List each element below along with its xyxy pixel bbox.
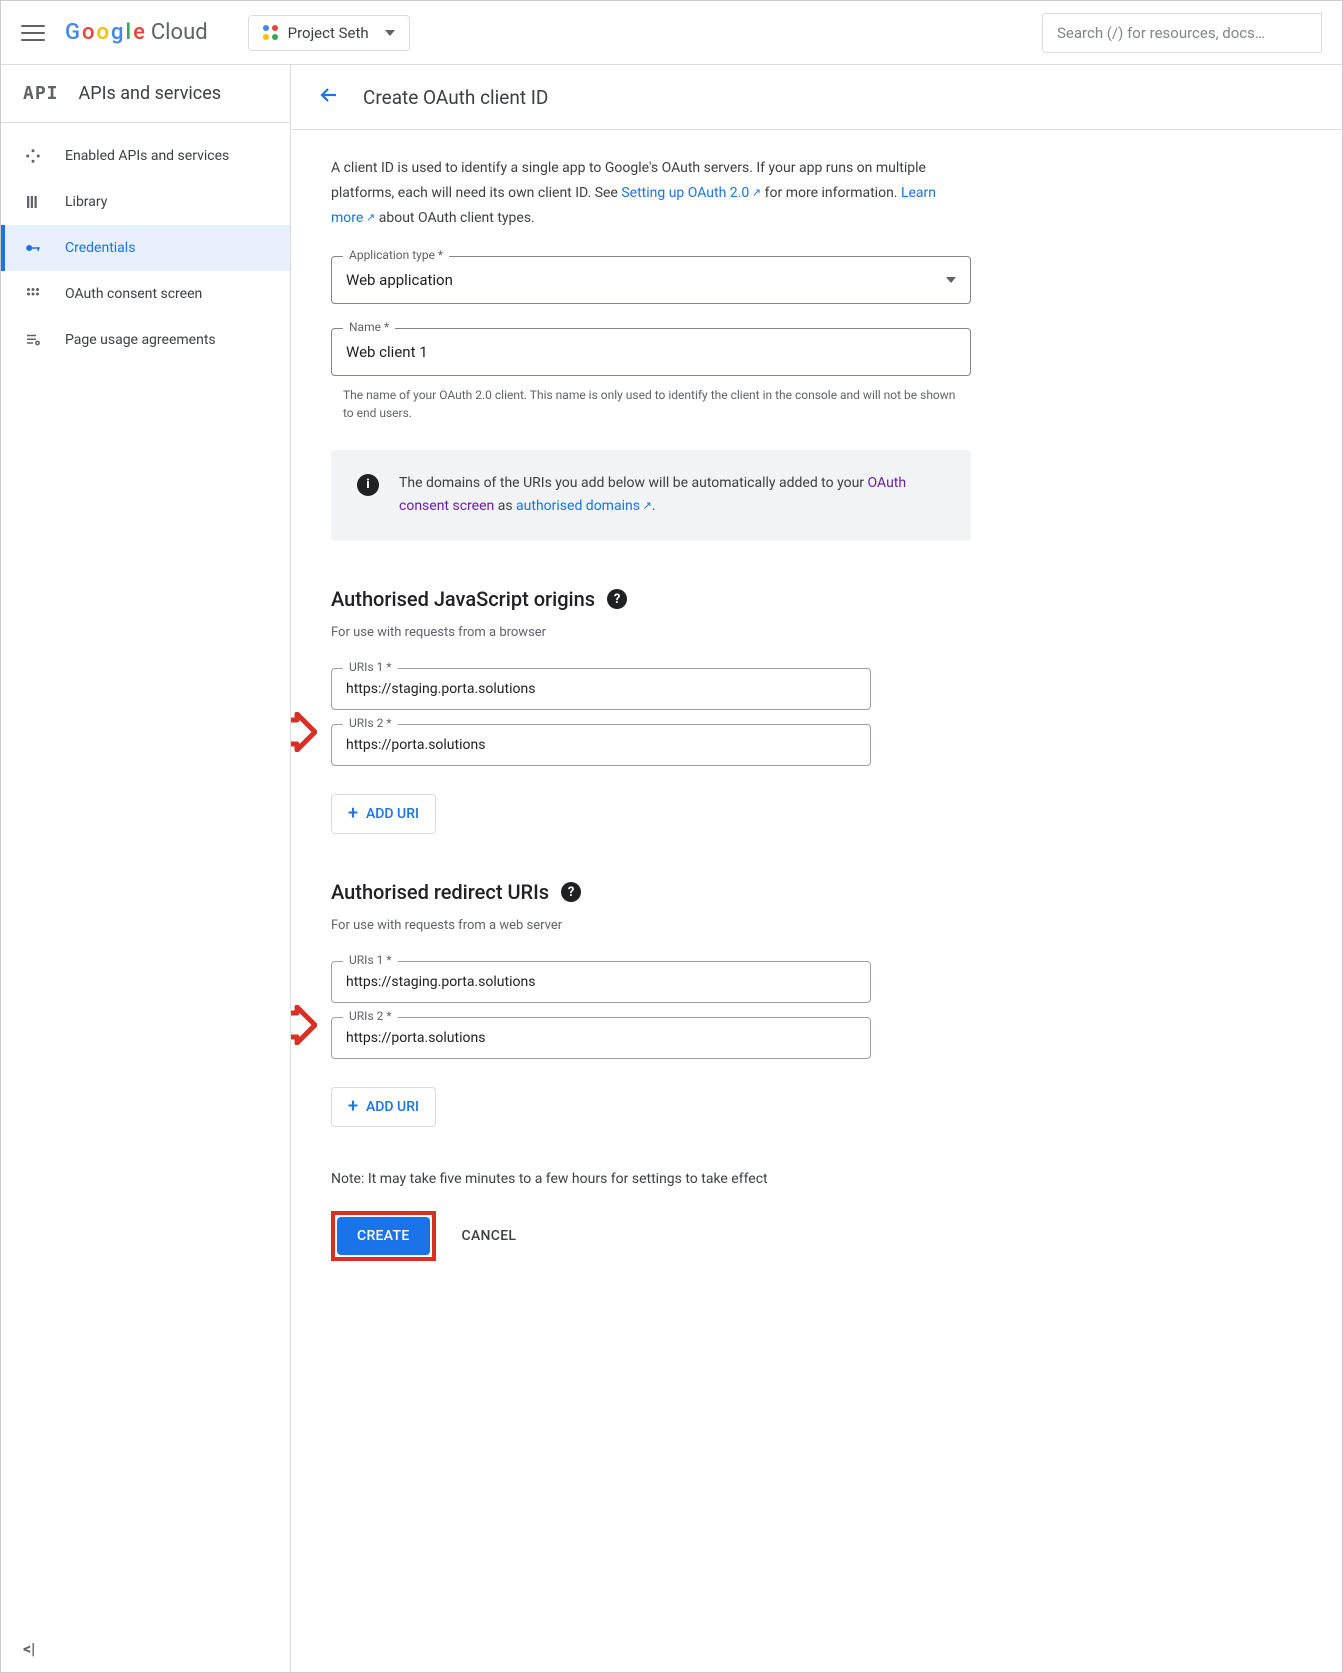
create-button[interactable]: CREATE [337, 1217, 430, 1255]
project-picker[interactable]: Project Seth [248, 15, 410, 51]
sidebar-item-page-usage[interactable]: Page usage agreements [1, 317, 290, 363]
sidebar-item-label: Credentials [65, 240, 135, 256]
google-cloud-logo[interactable]: Google Cloud [65, 20, 208, 45]
chevron-down-icon [385, 30, 395, 36]
chevron-down-icon [946, 277, 956, 283]
search-input[interactable]: Search (/) for resources, docs… [1042, 13, 1322, 53]
annotation-arrow-icon [291, 712, 317, 752]
js-origin-uri-1-field: URIs 1 * [331, 668, 871, 710]
agreements-icon [23, 330, 43, 350]
diamond-icon [23, 146, 43, 166]
js-origins-subtitle: For use with requests from a browser [331, 625, 971, 640]
info-panel: i The domains of the URIs you add below … [331, 450, 971, 542]
sidebar-item-label: Page usage agreements [65, 332, 216, 348]
intro-text: A client ID is used to identify a single… [331, 156, 971, 232]
hamburger-menu-icon[interactable] [21, 25, 45, 41]
field-label: URIs 2 * [343, 1009, 398, 1023]
plus-icon: + [348, 805, 358, 823]
cancel-button[interactable]: CANCEL [456, 1227, 523, 1245]
consent-icon [23, 284, 43, 304]
collapse-sidebar-icon[interactable]: <| [23, 1639, 35, 1658]
js-origin-uri-2-field: URIs 2 * [331, 724, 871, 766]
help-icon[interactable]: ? [607, 589, 627, 609]
sidebar-item-credentials[interactable]: Credentials [1, 225, 290, 271]
name-field: Name * [331, 328, 971, 376]
sidebar-title: APIs and services [79, 83, 222, 104]
redirect-uri-2-input[interactable] [331, 1017, 871, 1059]
js-origin-uri-1-input[interactable] [331, 668, 871, 710]
api-icon: API [23, 83, 59, 104]
redirect-uris-subtitle: For use with requests from a web server [331, 918, 971, 933]
sidebar: API APIs and services Enabled APIs and s… [1, 65, 291, 1672]
name-input[interactable] [331, 328, 971, 376]
field-label: URIs 2 * [343, 716, 398, 730]
sidebar-item-label: OAuth consent screen [65, 286, 202, 302]
name-helper-text: The name of your OAuth 2.0 client. This … [331, 386, 971, 422]
library-icon [23, 192, 43, 212]
plus-icon: + [348, 1098, 358, 1116]
sidebar-item-label: Enabled APIs and services [65, 148, 229, 164]
project-dots-icon [263, 25, 278, 40]
js-origins-heading: Authorised JavaScript origins ? [331, 587, 971, 611]
add-js-origin-uri-button[interactable]: + ADD URI [331, 794, 436, 834]
field-label: Name * [343, 320, 395, 334]
sidebar-item-enabled-apis[interactable]: Enabled APIs and services [1, 133, 290, 179]
annotation-highlight: CREATE [331, 1211, 436, 1261]
field-label: URIs 1 * [343, 660, 398, 674]
field-label: Application type * [343, 248, 449, 262]
sidebar-item-library[interactable]: Library [1, 179, 290, 225]
note-text: Note: It may take five minutes to a few … [331, 1171, 971, 1187]
link-authorised-domains[interactable]: authorised domains [516, 498, 652, 514]
project-name: Project Seth [288, 24, 369, 42]
field-label: URIs 1 * [343, 953, 398, 967]
back-arrow-icon[interactable] [317, 83, 341, 111]
redirect-uris-heading: Authorised redirect URIs ? [331, 880, 971, 904]
main-content: Create OAuth client ID A client ID is us… [291, 65, 1342, 1672]
top-bar: Google Cloud Project Seth Search (/) for… [1, 1, 1342, 65]
help-icon[interactable]: ? [561, 882, 581, 902]
page-title: Create OAuth client ID [363, 86, 548, 109]
info-icon: i [357, 474, 379, 496]
application-type-value: Web application [346, 271, 453, 289]
key-icon [23, 238, 43, 258]
sidebar-header: API APIs and services [1, 65, 290, 123]
redirect-uri-1-input[interactable] [331, 961, 871, 1003]
js-origin-uri-2-input[interactable] [331, 724, 871, 766]
application-type-field[interactable]: Application type * Web application [331, 256, 971, 304]
link-setup-oauth[interactable]: Setting up OAuth 2.0 [621, 185, 761, 201]
redirect-uri-1-field: URIs 1 * [331, 961, 871, 1003]
sidebar-item-label: Library [65, 194, 107, 210]
add-redirect-uri-button[interactable]: + ADD URI [331, 1087, 436, 1127]
sidebar-item-oauth-consent[interactable]: OAuth consent screen [1, 271, 290, 317]
annotation-arrow-icon [291, 1005, 317, 1045]
redirect-uri-2-field: URIs 2 * [331, 1017, 871, 1059]
